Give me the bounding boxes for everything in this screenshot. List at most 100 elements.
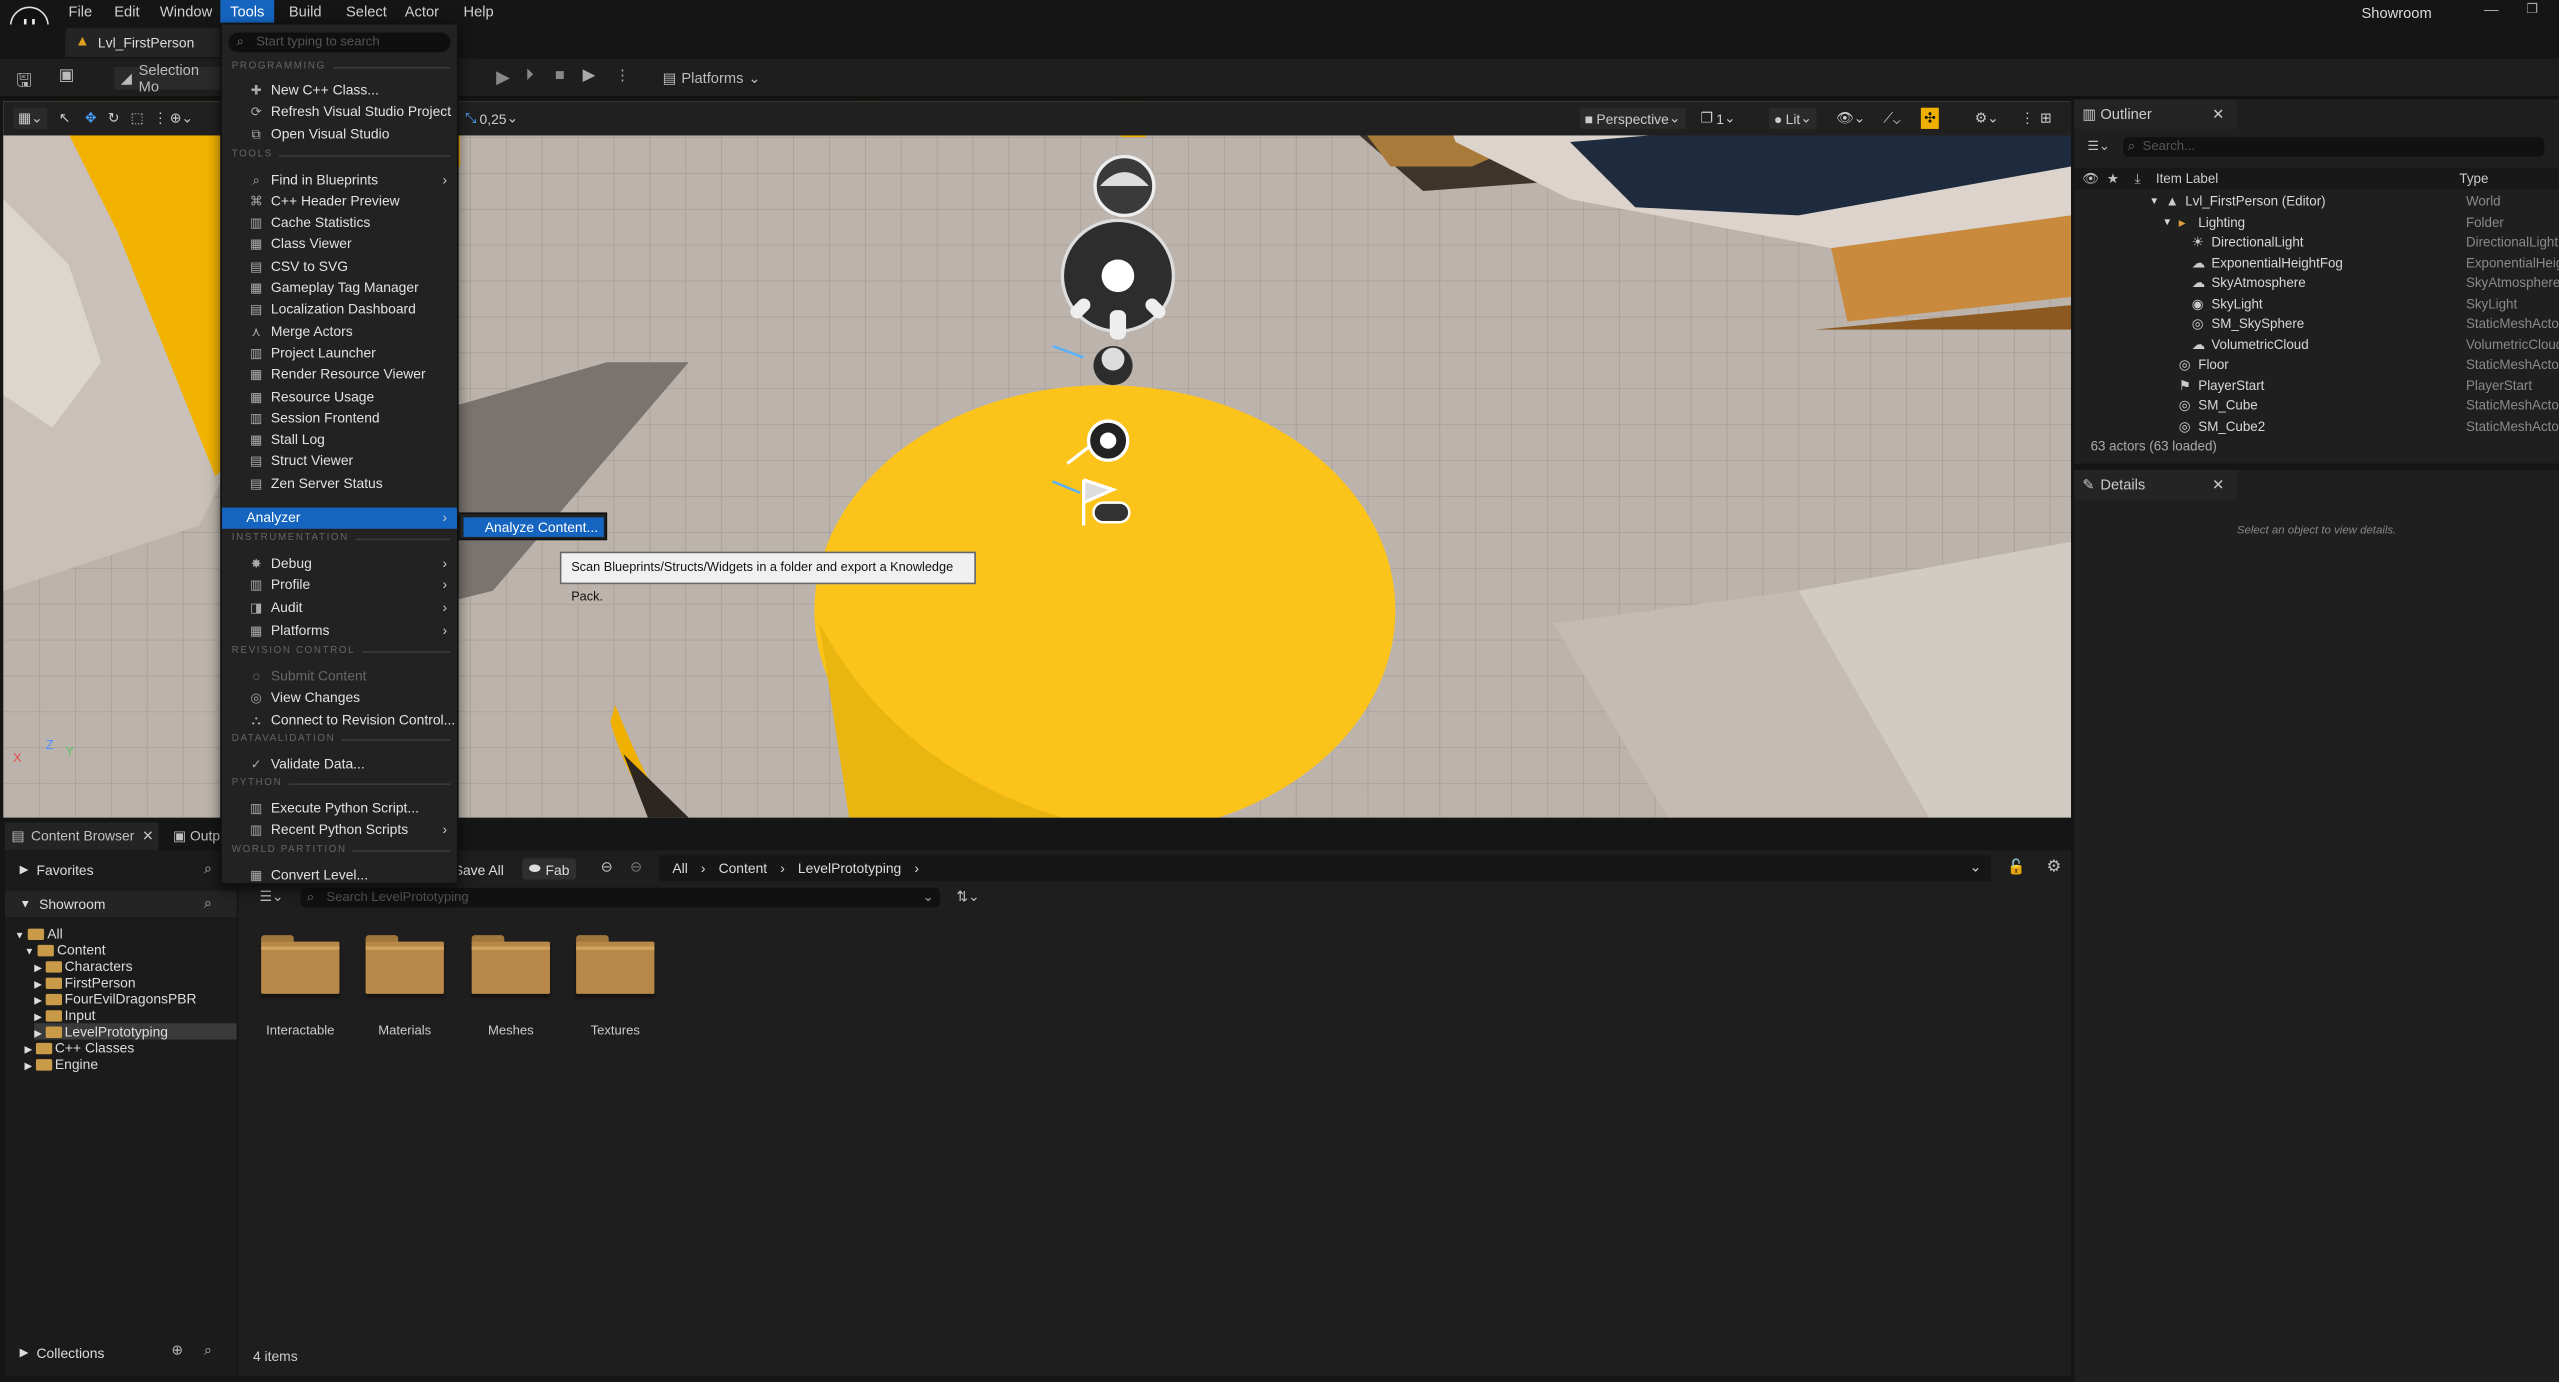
save-all-button[interactable]: Save All — [454, 858, 504, 879]
scale-snap-value[interactable]: ⤡ 0,25 ⌄ — [465, 108, 518, 129]
outliner-row[interactable]: ◉ SkyLight SkyLight — [2074, 295, 2559, 315]
menu-item-instrumentation-3[interactable]: ▦ Platforms › — [222, 619, 457, 640]
analyze-content-item[interactable]: Analyze Content... — [463, 517, 604, 537]
camera-speed-dropdown[interactable]: ❐ 1 ⌄ — [1701, 108, 1736, 129]
close-icon[interactable]: ✕ — [142, 823, 154, 851]
menu-item-tools-1[interactable]: ⌘ C++ Header Preview — [222, 191, 457, 212]
save-icon[interactable]: 🖫 — [16, 67, 31, 92]
restore-icon[interactable]: ❐ — [2526, 2, 2538, 17]
menu-actor[interactable]: Actor — [395, 0, 449, 23]
chevron-right-icon[interactable]: ▶ — [24, 1046, 32, 1056]
chevron-right-icon[interactable]: ▶ — [34, 1013, 42, 1023]
sort-icon[interactable]: ⇅⌄ — [956, 888, 979, 906]
tree-node[interactable]: ▶ C++ Classes — [24, 1040, 134, 1056]
rotate-tool-icon[interactable]: ↻ — [108, 108, 120, 129]
content-search-input[interactable]: ⌕ Search LevelPrototyping ⌄ — [300, 887, 941, 908]
outliner-row[interactable]: ◎ SM_Cube StaticMeshActor — [2074, 397, 2559, 417]
back-arrow-icon[interactable]: ⊖ — [601, 858, 613, 876]
menu-item-tools-11[interactable]: ▥ Session Frontend — [222, 408, 457, 429]
menu-item-tools-5[interactable]: ▦ Gameplay Tag Manager — [222, 277, 457, 298]
tree-node[interactable]: ▶ Input — [34, 1007, 95, 1023]
fab-button[interactable]: ⬬ Fab — [522, 858, 576, 880]
lit-dropdown[interactable]: ● Lit ⌄ — [1769, 107, 1817, 129]
filter-icon[interactable]: ☰⌄ — [259, 888, 283, 906]
outliner-row[interactable]: ☁ SkyAtmosphere SkyAtmosphere — [2074, 274, 2559, 294]
outliner-row[interactable]: ☀ DirectionalLight DirectionalLight — [2074, 233, 2559, 253]
chevron-right-icon[interactable]: ▶ — [34, 965, 42, 975]
folder-tile[interactable] — [261, 935, 340, 994]
menu-tools[interactable]: Tools — [220, 0, 275, 23]
step-icon[interactable]: ⏵ — [526, 67, 534, 90]
tree-node[interactable]: ▼ All — [15, 925, 63, 941]
breadcrumb-content[interactable]: Content — [719, 860, 768, 876]
menu-item-tools-3[interactable]: ▦ Class Viewer — [222, 234, 457, 255]
chevron-down-icon[interactable]: ⌄ — [1970, 858, 1982, 876]
output-log-tab[interactable]: ▣ Outp — [173, 823, 220, 851]
col-item-label[interactable]: Item Label — [2156, 168, 2218, 189]
outliner-search-input[interactable]: ⌕ Search... — [2123, 136, 2545, 156]
folder-tile[interactable] — [365, 935, 444, 994]
stop-icon[interactable]: ■ — [555, 67, 565, 90]
outliner-row[interactable]: ▼ ▸ Lighting Folder — [2074, 213, 2559, 233]
menu-item-analyzer[interactable]: Analyzer › — [221, 507, 457, 529]
favorites-section[interactable]: ▶ Favorites ⌕ — [5, 857, 237, 883]
menu-item-tools-9[interactable]: ▦ Render Resource Viewer — [222, 364, 457, 385]
chevron-right-icon[interactable]: ▶ — [34, 997, 42, 1007]
menu-item-instrumentation-0[interactable]: ✸ Debug › — [222, 552, 457, 573]
details-tab[interactable]: ✎ Details ✕ — [2074, 470, 2238, 500]
translate-tool-icon[interactable]: ✥ — [85, 108, 97, 129]
realtime-icon[interactable]: ⟋⌄ — [1883, 108, 1900, 129]
chevron-down-icon[interactable]: ▼ — [24, 948, 34, 958]
tree-node[interactable]: ▶ FourEvilDragonsPBR — [34, 991, 196, 1007]
more-icon[interactable]: ⋮ — [615, 67, 630, 90]
menu-item-programming-0[interactable]: ✚ New C++ Class... — [222, 80, 457, 101]
snap-toggle-icon[interactable]: ✣ — [1920, 107, 1940, 129]
filter-icon[interactable]: ☰⌄ — [2087, 139, 2110, 154]
menu-window[interactable]: Window — [150, 0, 222, 23]
chevron-down-icon[interactable]: ▼ — [2149, 193, 2159, 213]
minimize-icon[interactable]: — — [2484, 2, 2499, 18]
menu-item-instrumentation-1[interactable]: ▥ Profile › — [222, 575, 457, 596]
breadcrumb-levelprototyping[interactable]: LevelPrototyping — [798, 860, 901, 876]
content-icon[interactable]: ▣ — [59, 67, 74, 90]
menu-item-tools-12[interactable]: ▦ Stall Log — [222, 429, 457, 450]
search-icon[interactable]: ⌕ — [204, 1342, 212, 1360]
outliner-row[interactable]: ◎ SM_Cube2 StaticMeshActor — [2074, 417, 2559, 437]
menu-edit[interactable]: Edit — [104, 0, 149, 23]
menu-item-python-0[interactable]: ▥ Execute Python Script... — [222, 797, 457, 818]
viewport-more-icon[interactable]: ⋮ — [153, 108, 167, 129]
tree-node[interactable]: ▶ Characters — [34, 958, 132, 974]
pin-star-icon[interactable]: ★ — [2107, 168, 2119, 189]
chevron-right-icon[interactable]: ▶ — [34, 981, 42, 991]
perspective-dropdown[interactable]: ■ Perspective ⌄ — [1579, 107, 1686, 129]
platforms-button[interactable]: ▤ Platforms ⌄ — [663, 67, 761, 90]
breadcrumb-all[interactable]: All — [672, 860, 687, 876]
outliner-row[interactable]: ☁ VolumetricCloud VolumetricCloud — [2074, 335, 2559, 355]
outliner-row[interactable]: ☁ ExponentialHeightFog ExponentialHeightFo… — [2074, 254, 2559, 274]
menu-item-tools-14[interactable]: ▤ Zen Server Status — [222, 473, 457, 494]
pin-icon[interactable]: ⤓ — [2135, 168, 2141, 189]
project-section[interactable]: ▼ Showroom ⌕ — [4, 891, 237, 918]
chevron-down-icon[interactable]: ▼ — [2162, 213, 2172, 233]
menu-file[interactable]: File — [59, 0, 102, 23]
menu-select[interactable]: Select — [336, 0, 396, 23]
collections-section[interactable]: ▶ Collections ⊕ ⌕ — [5, 1340, 237, 1366]
tree-node[interactable]: ▶ FirstPerson — [34, 974, 135, 990]
outliner-row[interactable]: ◎ Floor StaticMeshActor — [2074, 356, 2559, 376]
world-space-icon[interactable]: ⊕⌄ — [170, 108, 193, 129]
folder-tile[interactable] — [576, 935, 655, 994]
menu-item-tools-10[interactable]: ▦ Resource Usage — [222, 386, 457, 407]
chevron-right-icon[interactable]: ▶ — [34, 1030, 42, 1040]
tree-node[interactable]: ▶ LevelPrototyping — [34, 1023, 237, 1040]
chevron-down-icon[interactable]: ▼ — [15, 932, 25, 942]
menu-help[interactable]: Help — [454, 0, 504, 23]
close-icon[interactable]: ✕ — [2212, 100, 2224, 129]
content-browser-tab[interactable]: ▤ Content Browser ✕ — [4, 822, 159, 851]
menu-item-revision-control-0[interactable]: ◌ Submit Content — [222, 665, 457, 686]
launch-icon[interactable]: ▶ — [583, 67, 596, 90]
level-tab[interactable]: ▲ Lvl_FirstPerson — [65, 27, 221, 58]
menu-build[interactable]: Build — [279, 0, 331, 23]
tree-node[interactable]: ▶ Engine — [24, 1056, 98, 1072]
show-eye-icon[interactable]: 👁⌄ — [1836, 108, 1865, 129]
transform-menu-icon[interactable]: ▦⌄ — [13, 107, 48, 129]
